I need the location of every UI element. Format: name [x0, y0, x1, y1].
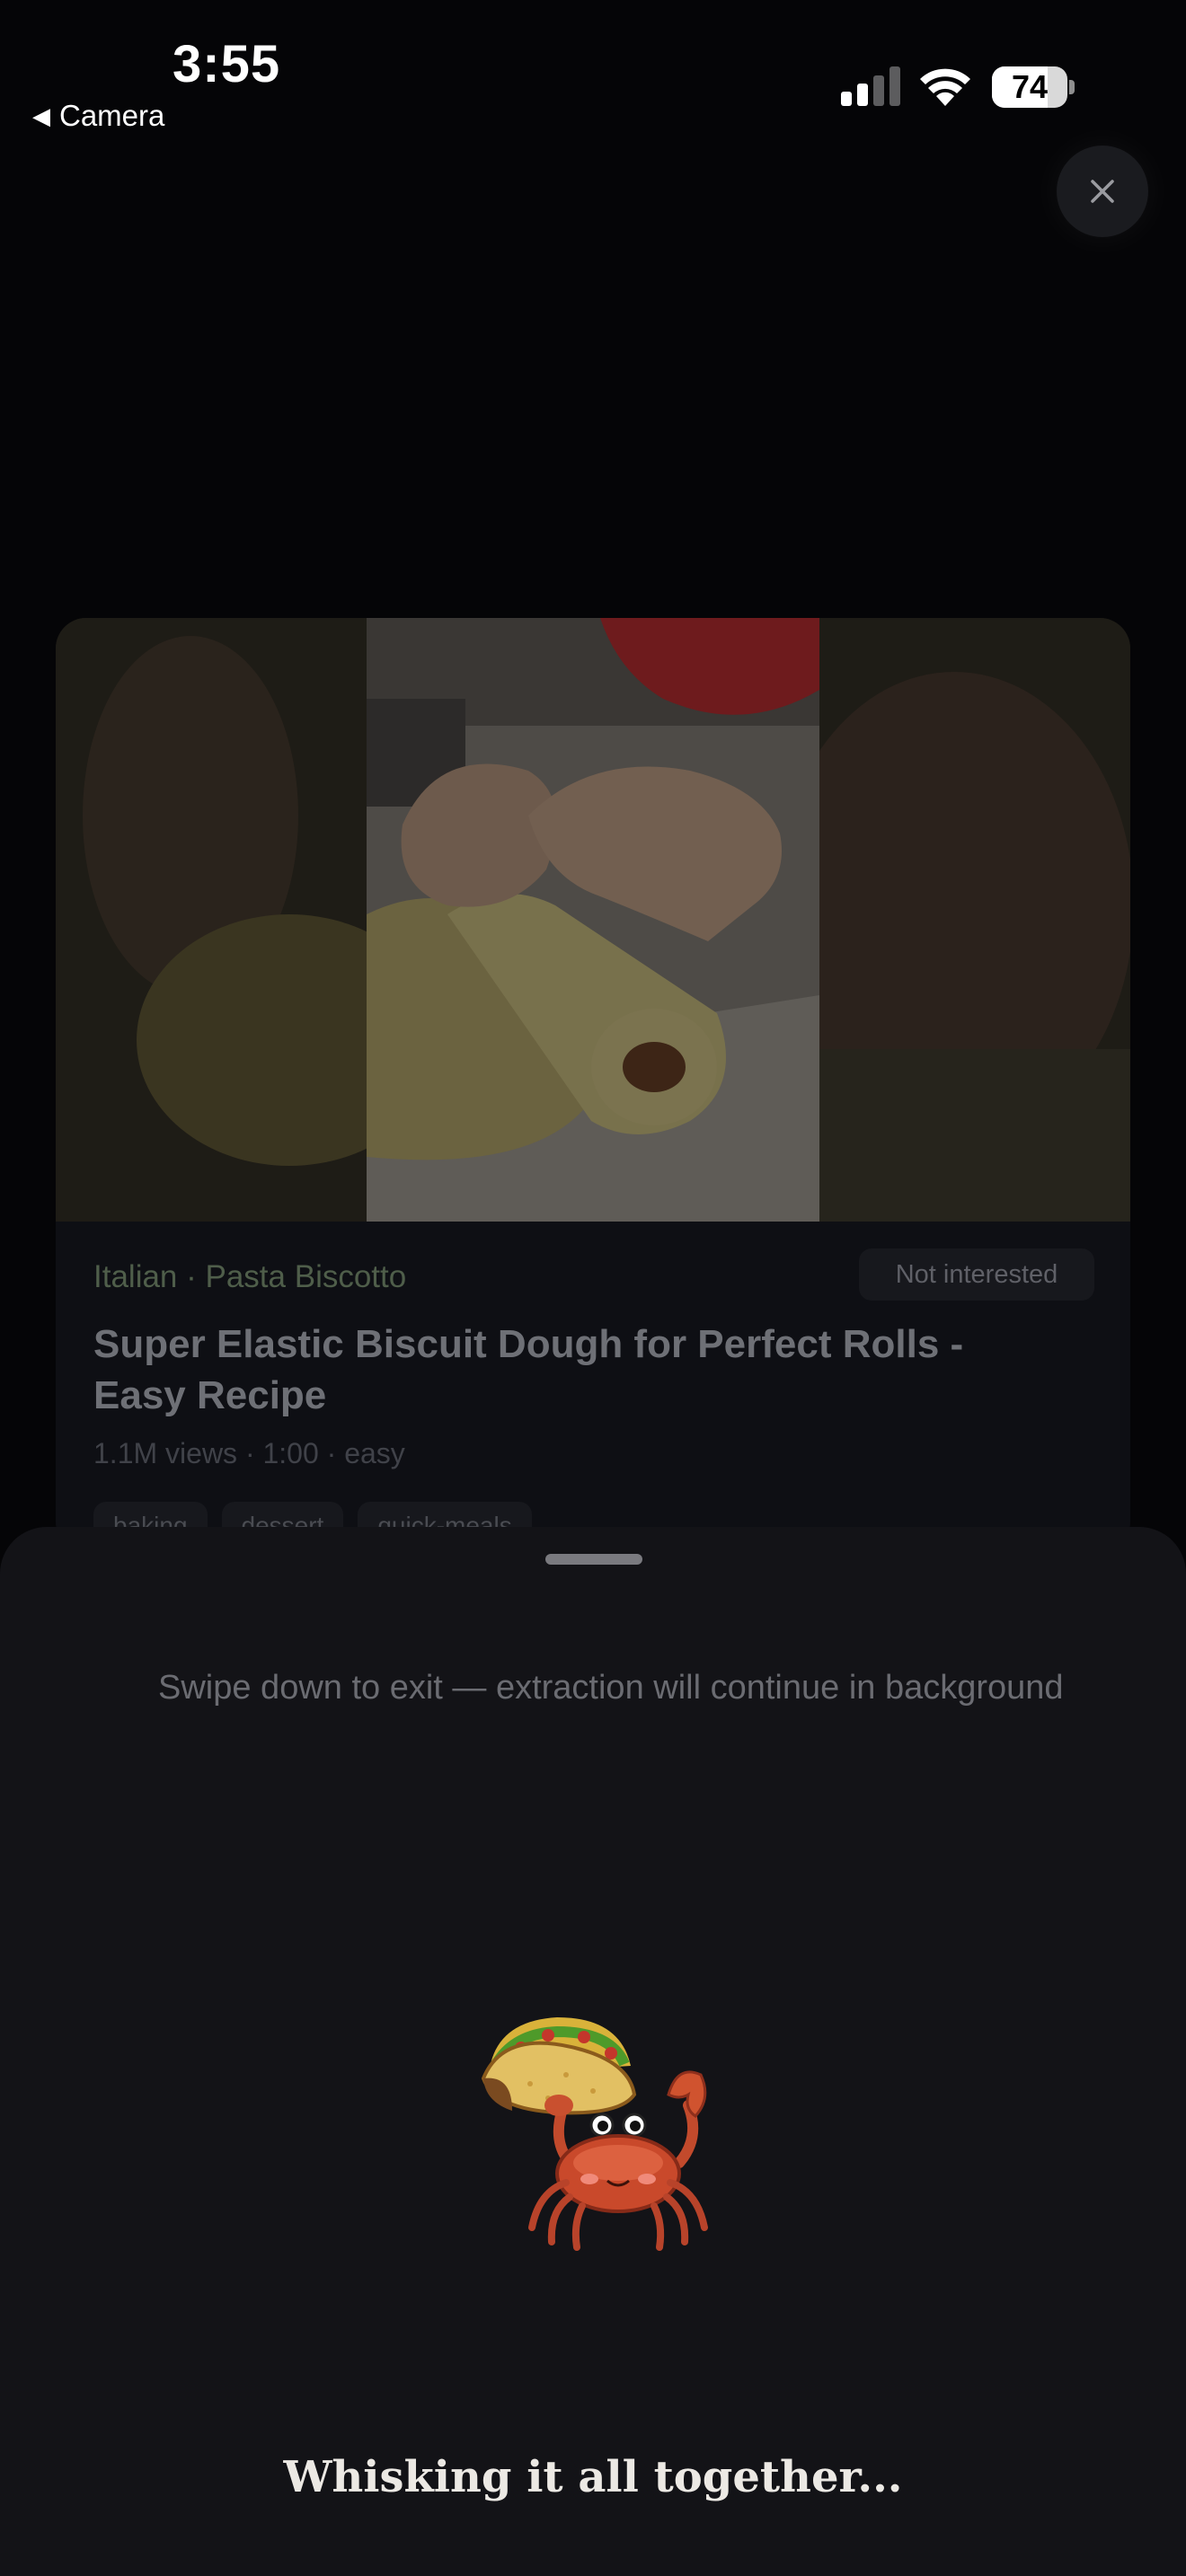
- recipe-info: Italian · Pasta Biscotto Not interested …: [56, 1222, 1130, 1552]
- thumbnail-dough-rolling-image: [367, 618, 819, 1222]
- battery-body: 74: [992, 66, 1067, 108]
- status-bar: 3:55 ◀ Camera 74: [0, 0, 1186, 144]
- close-button[interactable]: [1057, 146, 1148, 237]
- cellular-signal-icon: [841, 66, 900, 106]
- swipe-down-hint: Swipe down to exit — extraction will con…: [158, 1669, 1064, 1707]
- close-icon: [1091, 180, 1114, 203]
- battery-cap: [1069, 80, 1075, 94]
- recipe-video-thumbnail[interactable]: [56, 618, 1130, 1222]
- recipe-cuisine: Italian · Pasta Biscotto: [93, 1259, 407, 1294]
- not-interested-button[interactable]: Not interested: [859, 1248, 1094, 1301]
- recipe-meta: 1.1M views · 1:00 · easy: [93, 1437, 405, 1469]
- wifi-icon: [920, 68, 970, 106]
- back-camera-label: Camera: [59, 99, 165, 132]
- battery-percent: 74: [1011, 68, 1049, 105]
- back-triangle-icon: ◀: [32, 101, 50, 129]
- back-to-camera-link[interactable]: ◀ Camera: [32, 99, 164, 133]
- recipe-card[interactable]: Italian · Pasta Biscotto Not interested …: [56, 618, 1130, 1552]
- battery-indicator: 74: [992, 66, 1075, 108]
- loading-status-text: Whisking it all together...: [283, 2452, 903, 2502]
- status-time: 3:55: [173, 35, 281, 93]
- extraction-bottom-sheet[interactable]: Swipe down to exit — extraction will con…: [0, 1527, 1186, 2576]
- crab-holding-taco-icon: [481, 2017, 708, 2251]
- sheet-grabber-handle[interactable]: [545, 1554, 642, 1565]
- recipe-title: Super Elastic Biscuit Dough for Perfect …: [93, 1322, 964, 1417]
